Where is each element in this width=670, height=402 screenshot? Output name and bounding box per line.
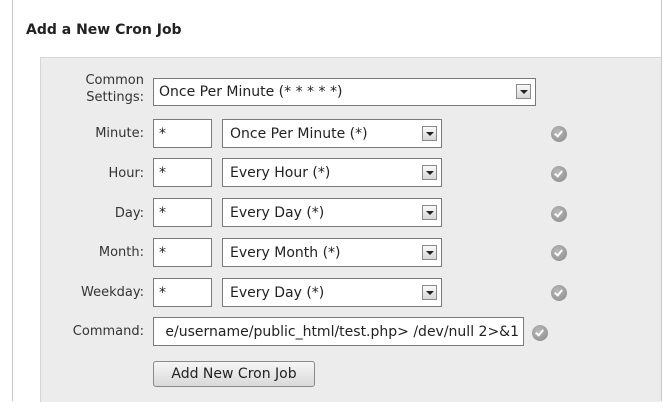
weekday-input[interactable]: *: [153, 278, 212, 307]
minute-label: Minute:: [95, 126, 144, 141]
chevron-down-icon[interactable]: [516, 84, 531, 99]
common-settings-select[interactable]: Once Per Minute (* * * * *): [153, 78, 536, 106]
chevron-down-icon[interactable]: [422, 205, 437, 220]
month-label: Month:: [98, 245, 144, 260]
minute-select[interactable]: Once Per Minute (*): [222, 119, 442, 148]
minute-input[interactable]: *: [153, 119, 212, 148]
hour-input[interactable]: *: [153, 158, 212, 187]
chevron-down-icon[interactable]: [422, 126, 437, 141]
check-icon: [551, 206, 567, 222]
form-area: [40, 57, 661, 402]
month-input[interactable]: *: [153, 238, 212, 267]
common-settings-label: Common Settings:: [85, 73, 144, 105]
command-input[interactable]: e/username/public_html/test.php> /dev/nu…: [153, 317, 524, 346]
check-icon: [551, 166, 567, 182]
form-title: Add a New Cron Job: [26, 22, 182, 38]
weekday-label: Weekday:: [81, 285, 144, 300]
hour-select[interactable]: Every Hour (*): [222, 158, 442, 187]
chevron-down-icon[interactable]: [422, 285, 437, 300]
chevron-down-icon[interactable]: [422, 245, 437, 260]
day-select[interactable]: Every Day (*): [222, 198, 442, 227]
weekday-select[interactable]: Every Day (*): [222, 278, 442, 307]
check-icon: [532, 325, 548, 341]
check-icon: [551, 126, 567, 142]
add-cron-job-button[interactable]: Add New Cron Job: [153, 361, 315, 387]
hour-label: Hour:: [108, 166, 144, 181]
command-label: Command:: [72, 324, 144, 339]
day-label: Day:: [114, 206, 144, 221]
chevron-down-icon[interactable]: [422, 165, 437, 180]
day-input[interactable]: *: [153, 198, 212, 227]
check-icon: [551, 245, 567, 261]
month-select[interactable]: Every Month (*): [222, 238, 442, 267]
check-icon: [551, 285, 567, 301]
